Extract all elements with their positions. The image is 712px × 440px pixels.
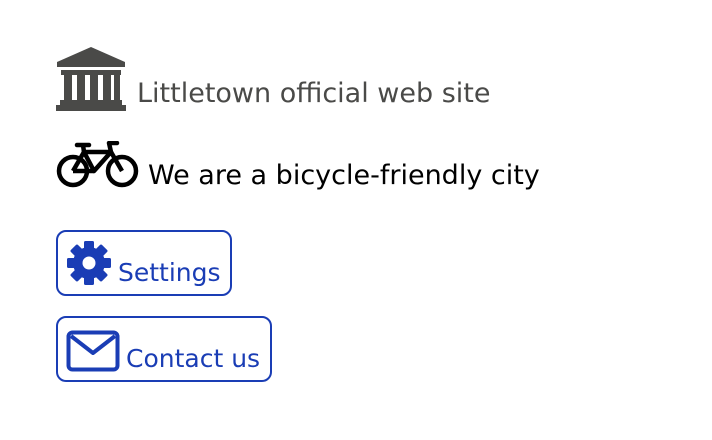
bicycle-icon	[56, 141, 140, 189]
gear-icon	[66, 240, 112, 286]
contact-us-button[interactable]: Contact us	[56, 316, 272, 382]
site-header: Littletown official web site	[56, 47, 491, 111]
settings-label: Settings	[118, 258, 221, 287]
site-title: Littletown official web site	[137, 78, 491, 109]
envelope-icon	[66, 330, 120, 372]
contact-us-label: Contact us	[126, 344, 261, 373]
tagline-row: We are a bicycle-friendly city	[56, 141, 540, 189]
building-columns-icon	[56, 47, 126, 111]
settings-button[interactable]: Settings	[56, 230, 232, 296]
tagline-text: We are a bicycle-friendly city	[148, 160, 540, 191]
